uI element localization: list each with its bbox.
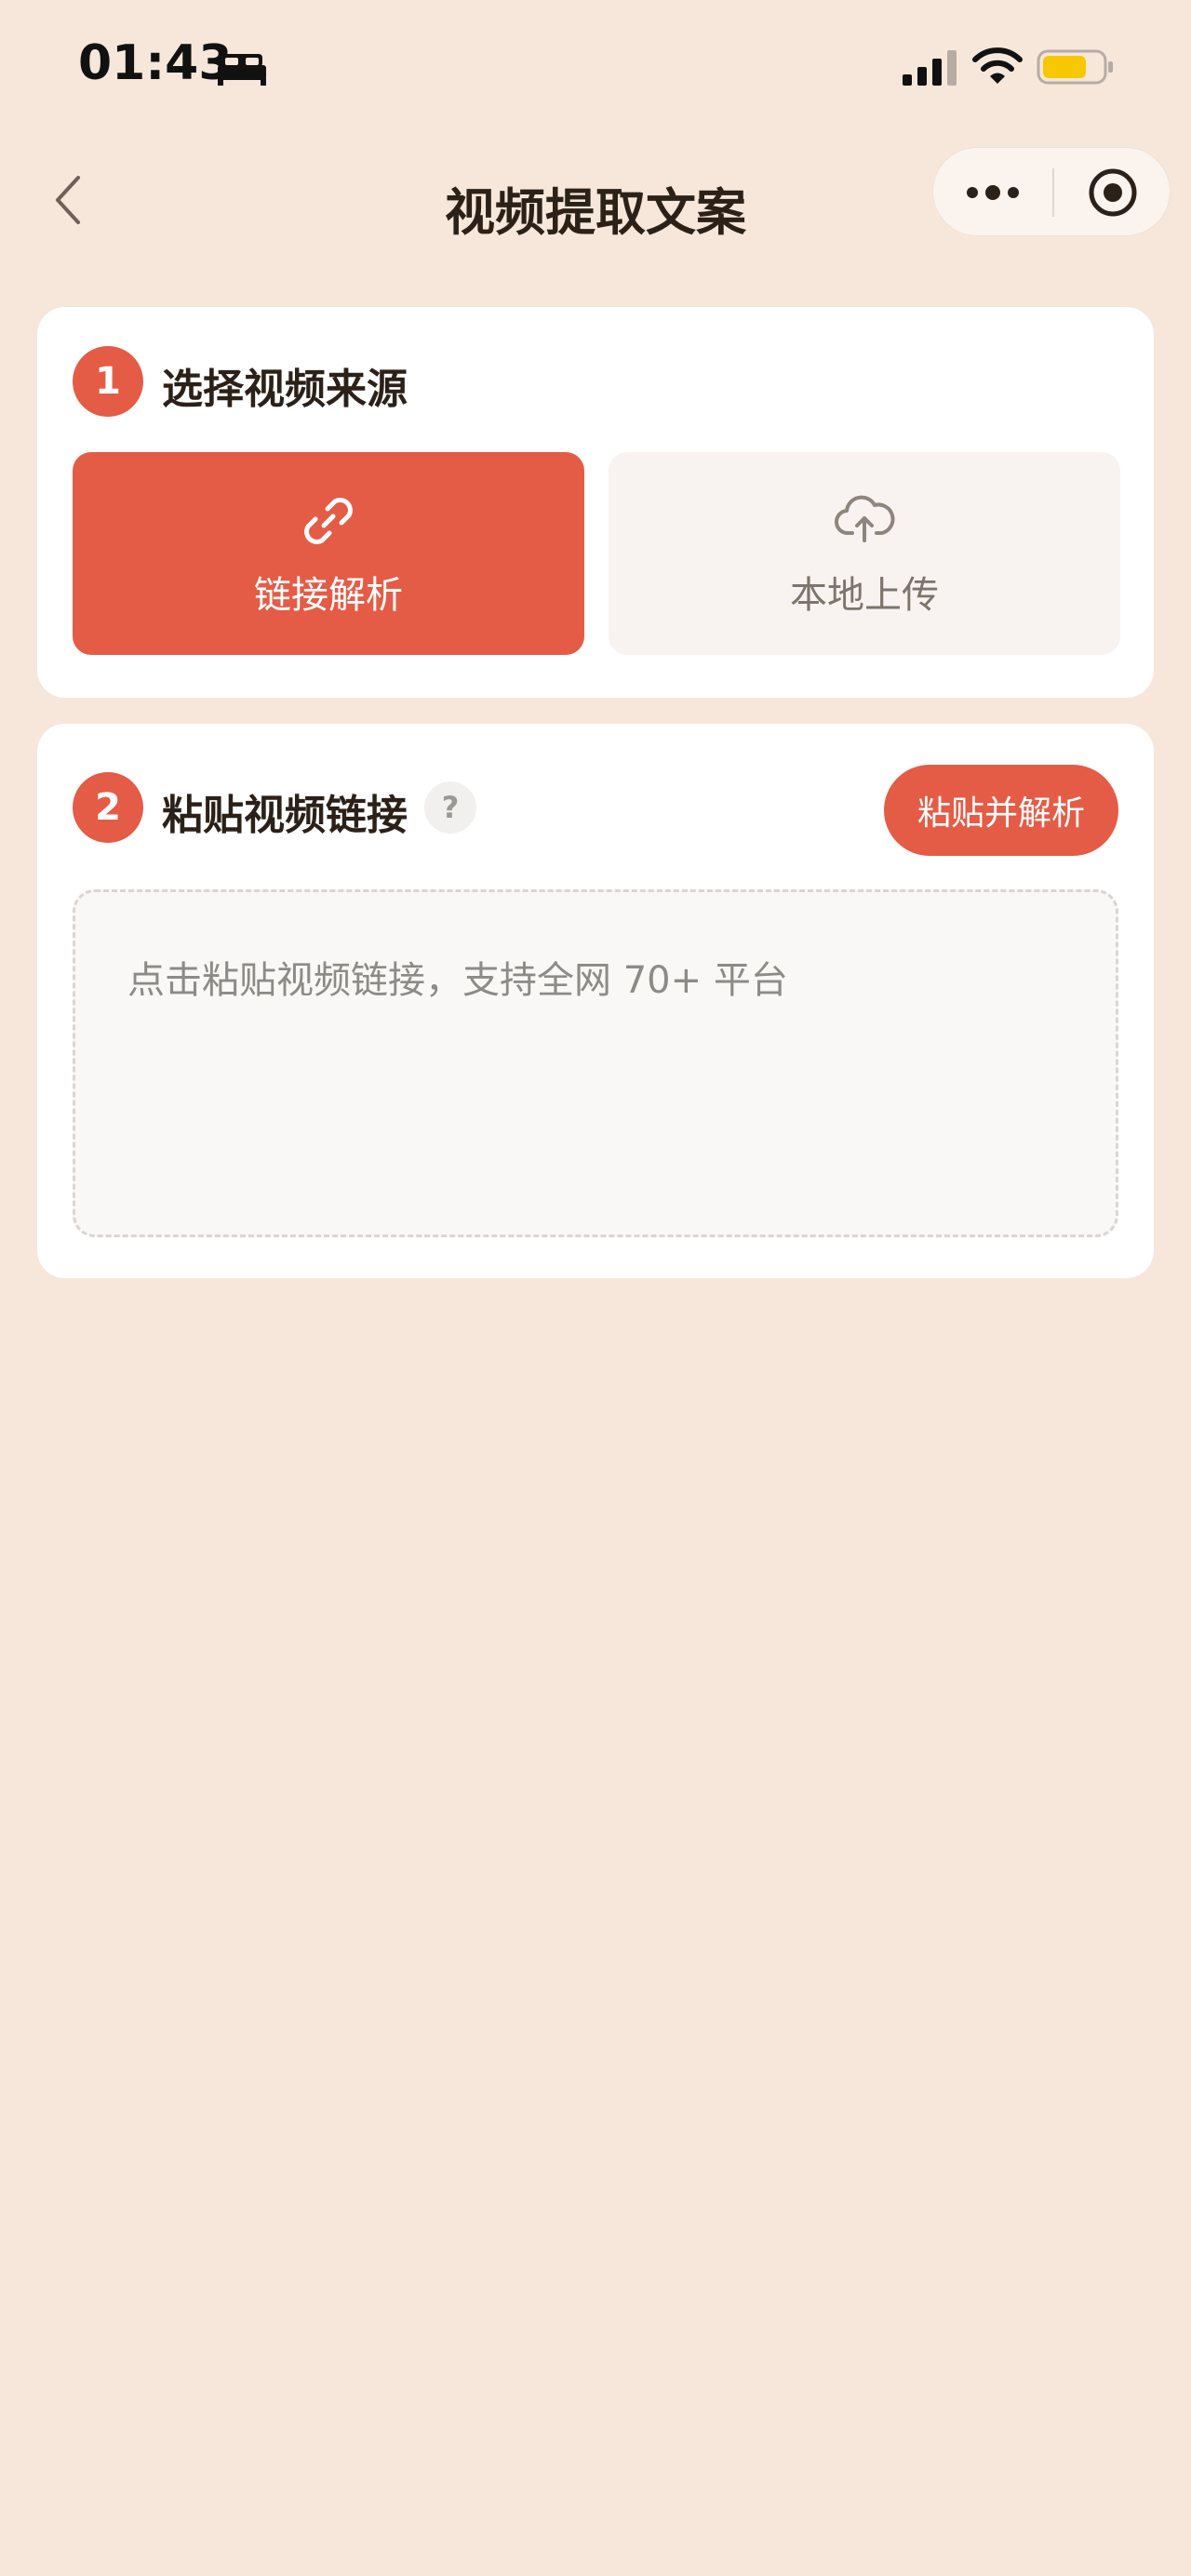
close-miniapp-button[interactable] <box>1054 148 1171 237</box>
local-upload-option[interactable]: 本地上传 <box>609 452 1120 655</box>
link-icon <box>304 498 353 544</box>
help-icon[interactable]: ? <box>424 781 476 834</box>
step-title-1: 选择视频来源 <box>162 366 408 413</box>
wifi-icon <box>972 47 1023 84</box>
more-button[interactable] <box>933 148 1052 237</box>
more-dots-icon <box>967 185 1019 200</box>
battery-icon <box>1037 49 1113 85</box>
paste-and-parse-button[interactable]: 粘贴并解析 <box>884 765 1118 856</box>
step-title-2: 粘贴视频链接 <box>162 792 408 839</box>
source-card: 1 选择视频来源 链接解析 本地上传 <box>37 307 1154 698</box>
link-parse-label: 链接解析 <box>254 574 403 617</box>
screen: 01:43 视频提取文案 1 选择视频来源 链接解析 本地上传 2 粘贴视频链接… <box>0 0 1191 2576</box>
step-badge-1: 1 <box>73 346 143 417</box>
target-close-icon <box>1089 168 1137 217</box>
local-upload-label: 本地上传 <box>790 574 939 617</box>
nav-bar: 视频提取文案 <box>0 140 1191 260</box>
miniapp-capsule <box>932 147 1171 236</box>
status-time: 01:43 <box>78 35 233 91</box>
cloud-upload-icon <box>835 495 895 542</box>
video-link-input[interactable]: 点击粘贴视频链接，支持全网 70+ 平台 <box>73 889 1118 1237</box>
status-bar: 01:43 <box>0 0 1191 130</box>
paste-link-card: 2 粘贴视频链接 ? 粘贴并解析 点击粘贴视频链接，支持全网 70+ 平台 <box>37 724 1154 1278</box>
cellular-signal-icon <box>903 50 957 86</box>
video-link-placeholder: 点击粘贴视频链接，支持全网 70+ 平台 <box>127 959 788 1002</box>
link-parse-option[interactable]: 链接解析 <box>73 452 584 655</box>
step-badge-2: 2 <box>73 772 143 843</box>
sleep-icon <box>218 54 266 86</box>
